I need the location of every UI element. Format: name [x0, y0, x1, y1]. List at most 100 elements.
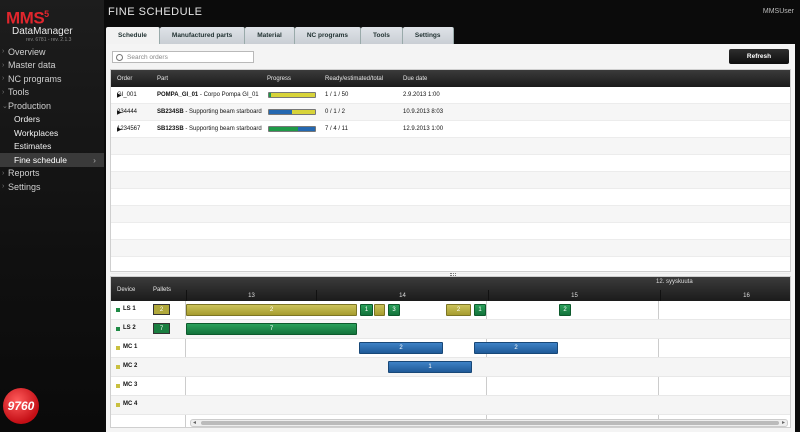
empty-row: [111, 240, 790, 257]
gantt-bar[interactable]: 2: [359, 342, 443, 354]
sidebar-item-workplaces[interactable]: Workplaces: [0, 126, 104, 140]
search-placeholder: Search orders: [127, 53, 168, 61]
col-pallets: Pallets: [153, 287, 172, 293]
empty-row: [111, 189, 790, 206]
app-logo: MMS5 DataManager rev. 6781 - rev. 2.1.3: [6, 6, 98, 43]
ready-cell: 7 / 4 / 11: [325, 126, 348, 132]
device-row[interactable]: MC 2: [111, 358, 186, 377]
horizontal-scrollbar[interactable]: ◂ ▸: [190, 419, 788, 427]
gantt-bar[interactable]: 2: [559, 304, 571, 316]
device-row[interactable]: MC 4: [111, 396, 186, 415]
gantt-bar[interactable]: 1: [388, 361, 472, 373]
scroll-right-icon[interactable]: ▸: [782, 419, 785, 426]
device-row[interactable]: LS 2 7: [111, 320, 186, 339]
table-row[interactable]: ▶ GI_001 POMPA_GI_01 - Corpo Pompa GI_01 1 …: [111, 87, 790, 104]
due-date-cell: 10.9.2013 8:03: [403, 109, 444, 115]
orders-table: Order Part Progress Ready/estimated/tota…: [110, 69, 791, 274]
sidebar: MMS5 DataManager rev. 6781 - rev. 2.1.3 …: [0, 0, 104, 432]
search-icon: [116, 53, 123, 61]
day-cell: 13: [186, 290, 316, 301]
search-input[interactable]: Search orders: [112, 51, 254, 63]
ready-cell: 1 / 1 / 50: [325, 92, 349, 98]
scroll-left-icon[interactable]: ◂: [193, 419, 196, 426]
gantt-bars: 2132127221: [186, 301, 790, 420]
gantt-bar[interactable]: 1: [360, 304, 373, 316]
device-row[interactable]: MC 3: [111, 377, 186, 396]
tab-bar: Schedule Manufactured parts Material NC …: [106, 27, 454, 44]
device-row[interactable]: LS 1 2: [111, 301, 186, 320]
col-order[interactable]: Order: [117, 70, 132, 87]
col-ready[interactable]: Ready/estimated/total: [325, 70, 383, 87]
gantt-bar[interactable]: 2: [474, 342, 558, 354]
device-status-icon: [116, 308, 120, 312]
pallet-chip[interactable]: 7: [153, 323, 170, 334]
device-row[interactable]: MC 1: [111, 339, 186, 358]
gantt-row: [186, 358, 790, 377]
device-name: MC 2: [123, 363, 138, 369]
gantt-row: [186, 377, 790, 396]
device-status-icon: [116, 403, 120, 407]
empty-row: [111, 206, 790, 223]
sidebar-item-fine-schedule[interactable]: Fine schedule ›: [0, 153, 104, 167]
sidebar-item-estimates[interactable]: Estimates: [0, 140, 104, 154]
sidebar-item-overview[interactable]: › Overview: [0, 45, 104, 59]
tab-schedule[interactable]: Schedule: [106, 27, 160, 44]
empty-row: [111, 155, 790, 172]
gantt-header-left: Device Pallets: [111, 277, 186, 301]
tab-tools[interactable]: Tools: [361, 27, 403, 44]
empty-row: [111, 172, 790, 189]
empty-row: [111, 257, 790, 274]
part-cell: SB123SB - Supporting beam starboard: [157, 126, 262, 132]
gantt-bar[interactable]: 1: [474, 304, 486, 316]
gantt-bar[interactable]: 2: [186, 304, 357, 316]
device-column: LS 1 2 LS 2 7 MC 1 MC 2 MC 3 MC 4: [111, 301, 186, 427]
progress-bar: [268, 126, 316, 132]
part-cell: SB234SB - Supporting beam starboard: [157, 109, 262, 115]
sidebar-item-nc-programs[interactable]: › NC programs: [0, 72, 104, 86]
tab-nc-programs[interactable]: NC programs: [294, 27, 361, 44]
col-due[interactable]: Due date: [403, 70, 427, 87]
sidebar-item-tools[interactable]: › Tools: [0, 86, 104, 100]
progress-segment-blue: [269, 110, 292, 114]
gantt-bar[interactable]: 7: [186, 323, 357, 335]
gantt-bar[interactable]: [374, 304, 385, 316]
gantt-bar[interactable]: 2: [446, 304, 471, 316]
user-name[interactable]: MMSUser: [763, 8, 794, 15]
progress-segment-blue: [298, 127, 315, 131]
logo-subtitle: DataManager: [12, 25, 73, 37]
sidebar-item-settings[interactable]: › Settings: [0, 180, 104, 194]
pallet-chip[interactable]: 2: [153, 304, 170, 315]
day-cell: 14: [316, 290, 488, 301]
device-name: MC 3: [123, 382, 138, 388]
page-title: FINE SCHEDULE: [108, 6, 203, 18]
ready-cell: 0 / 1 / 2: [325, 109, 346, 115]
col-part[interactable]: Part: [157, 70, 168, 87]
gantt-bar[interactable]: 3: [388, 304, 400, 316]
sidebar-item-production[interactable]: ⌄ Production: [0, 99, 104, 113]
sidebar-item-master-data[interactable]: › Master data: [0, 59, 104, 73]
refresh-button[interactable]: Refresh: [729, 49, 789, 64]
part-cell: POMPA_GI_01 - Corpo Pompa GI_01: [157, 92, 259, 98]
due-date-cell: 12.9.2013 1:00: [403, 126, 444, 132]
scrollbar-thumb[interactable]: [201, 421, 779, 425]
table-row[interactable]: ▶ 1234567 SB123SB - Supporting beam starbo…: [111, 121, 790, 138]
orders-table-header: Order Part Progress Ready/estimated/tota…: [111, 70, 790, 87]
day-cell: 15: [488, 290, 660, 301]
empty-row: [111, 223, 790, 240]
sidebar-nav: › Overview › Master data › NC programs › Too…: [0, 45, 104, 194]
device-status-icon: [116, 346, 120, 350]
tab-material[interactable]: Material: [245, 27, 295, 44]
progress-bar: [268, 92, 316, 98]
device-status-icon: [116, 327, 120, 331]
tab-manufactured-parts[interactable]: Manufactured parts: [159, 27, 246, 44]
progress-segment-yellow: [270, 93, 315, 97]
sidebar-item-reports[interactable]: › Reports: [0, 167, 104, 181]
col-progress[interactable]: Progress: [267, 70, 291, 87]
week-label: 12. syyskuuta: [656, 279, 693, 285]
table-row[interactable]: ▶ 234444 SB234SB - Supporting beam starboa…: [111, 104, 790, 121]
schedule-panel: Search orders Refresh Order Part Progres…: [106, 44, 795, 432]
progress-bar: [268, 109, 316, 115]
gantt-chart: Device Pallets 12. syyskuuta 13 14 15 16…: [110, 276, 791, 428]
tab-settings[interactable]: Settings: [402, 27, 454, 44]
sidebar-item-orders[interactable]: Orders: [0, 113, 104, 127]
